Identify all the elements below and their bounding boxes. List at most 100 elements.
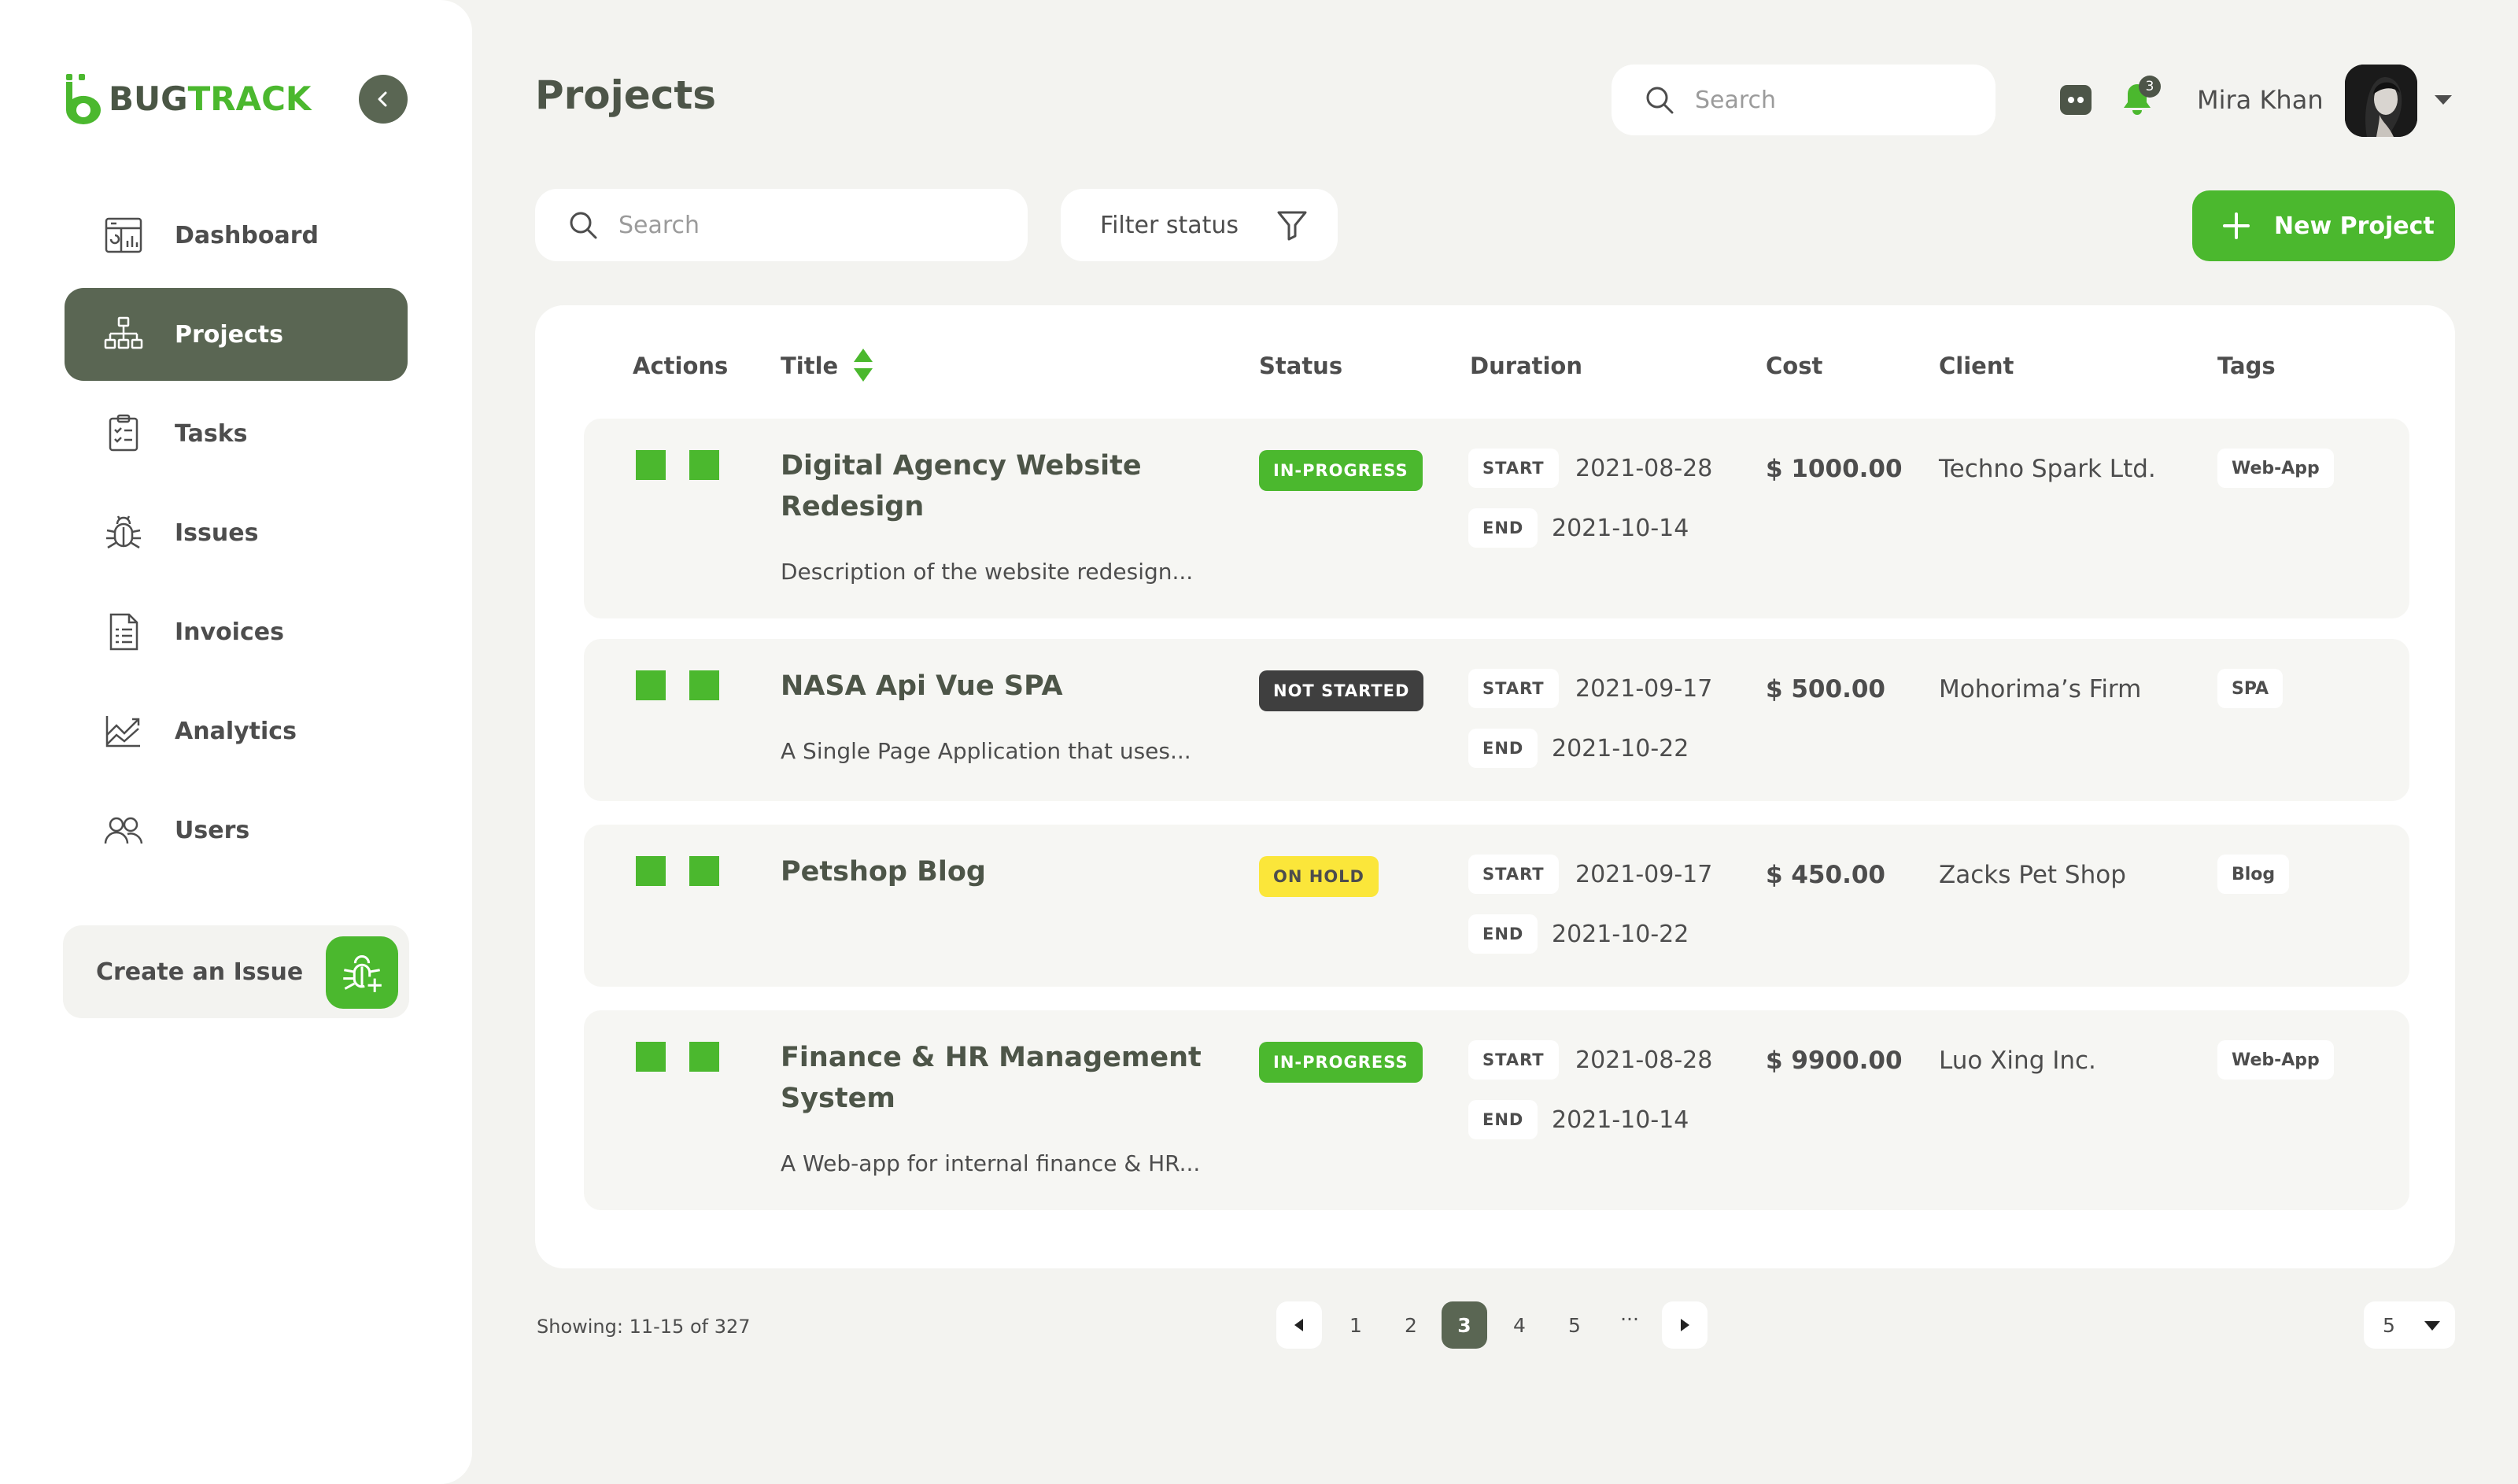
- page-3-button[interactable]: 3: [1442, 1301, 1487, 1349]
- project-title[interactable]: Digital Agency Website Redesign: [781, 445, 1205, 527]
- column-header-cost: Cost: [1766, 353, 1823, 379]
- column-header-title[interactable]: Title: [781, 353, 838, 379]
- analytics-icon: [105, 716, 140, 748]
- delete-action-button[interactable]: [689, 856, 719, 886]
- page-1-button[interactable]: 1: [1333, 1301, 1379, 1349]
- new-project-button[interactable]: New Project: [2192, 190, 2455, 261]
- project-tag[interactable]: Web-App: [2217, 449, 2334, 488]
- project-tag[interactable]: Web-App: [2217, 1040, 2334, 1080]
- delete-action-button[interactable]: [689, 450, 719, 480]
- per-page-select[interactable]: 5: [2364, 1301, 2455, 1349]
- edit-action-button[interactable]: [636, 1042, 666, 1072]
- project-title[interactable]: NASA Api Vue SPA: [781, 666, 1205, 707]
- chat-icon: [2060, 85, 2092, 115]
- start-label: START: [1468, 449, 1559, 488]
- status-badge: IN-PROGRESS: [1259, 450, 1423, 491]
- plus-icon: [2223, 212, 2250, 239]
- logo-text-bug: BUG: [109, 79, 188, 118]
- project-search[interactable]: [535, 189, 1028, 261]
- delete-action-button[interactable]: [689, 670, 719, 700]
- notification-badge: 3: [2139, 76, 2161, 98]
- page-ellipsis: ···: [1620, 1307, 1639, 1331]
- project-search-input[interactable]: [618, 211, 870, 239]
- project-description: Description of the website redesign...: [781, 559, 1194, 585]
- project-client: Zacks Pet Shop: [1939, 861, 2126, 889]
- start-date: 2021-08-28: [1575, 455, 1713, 482]
- end-label: END: [1468, 729, 1538, 768]
- start-date: 2021-08-28: [1575, 1047, 1713, 1074]
- create-issue-label: Create an Issue: [96, 958, 304, 986]
- table-row[interactable]: [584, 825, 2409, 987]
- avatar[interactable]: [2345, 65, 2417, 137]
- global-search-input[interactable]: [1695, 86, 1947, 114]
- edit-action-button[interactable]: [636, 856, 666, 886]
- project-tag[interactable]: SPA: [2217, 669, 2283, 708]
- sidebar-item-label: Tasks: [175, 419, 248, 448]
- project-title[interactable]: Petshop Blog: [781, 851, 1205, 892]
- sidebar-item-label: Invoices: [175, 618, 284, 646]
- search-icon: [1646, 87, 1674, 114]
- project-cost: $ 9900.00: [1766, 1047, 1903, 1075]
- page-4-button[interactable]: 4: [1497, 1301, 1542, 1349]
- create-issue-button[interactable]: [326, 936, 398, 1009]
- end-date: 2021-10-22: [1552, 735, 1689, 762]
- sidebar-item-analytics[interactable]: Analytics: [65, 685, 408, 777]
- showing-count: Showing: 11-15 of 327: [537, 1316, 751, 1338]
- status-badge: ON HOLD: [1259, 856, 1379, 897]
- sidebar-item-tasks[interactable]: Tasks: [65, 387, 408, 480]
- sidebar-item-label: Dashboard: [175, 221, 319, 249]
- project-client: Luo Xing Inc.: [1939, 1047, 2096, 1075]
- caret-down-icon: [2424, 1321, 2440, 1331]
- prev-page-button[interactable]: [1276, 1301, 1322, 1349]
- page-5-button[interactable]: 5: [1552, 1301, 1597, 1349]
- user-name[interactable]: Mira Khan: [2197, 85, 2324, 115]
- caret-left-icon: [1294, 1319, 1303, 1331]
- start-label: START: [1468, 669, 1559, 708]
- new-project-label: New Project: [2274, 212, 2435, 240]
- start-date: 2021-09-17: [1575, 861, 1713, 888]
- edit-action-button[interactable]: [636, 670, 666, 700]
- project-title[interactable]: Finance & HR Management System: [781, 1037, 1205, 1119]
- filter-status-dropdown[interactable]: Filter status: [1061, 189, 1338, 261]
- page-2-button[interactable]: 2: [1388, 1301, 1434, 1349]
- project-client: Techno Spark Ltd.: [1939, 455, 2156, 483]
- sidebar-item-issues[interactable]: Issues: [65, 486, 408, 579]
- next-page-button[interactable]: [1662, 1301, 1708, 1349]
- tasks-icon: [109, 414, 138, 452]
- project-cost: $ 500.00: [1766, 675, 1885, 703]
- end-label: END: [1468, 1100, 1538, 1139]
- delete-action-button[interactable]: [689, 1042, 719, 1072]
- sidebar-item-label: Users: [175, 816, 250, 844]
- global-search[interactable]: [1612, 65, 1996, 135]
- column-header-actions: Actions: [633, 353, 729, 379]
- create-issue-card[interactable]: Create an Issue: [63, 925, 409, 1018]
- start-date: 2021-09-17: [1575, 675, 1713, 703]
- project-description: A Single Page Application that uses...: [781, 738, 1191, 764]
- user-menu-toggle[interactable]: [2433, 93, 2453, 110]
- sidebar-item-dashboard[interactable]: Dashboard: [65, 189, 408, 282]
- caret-right-icon: [1681, 1319, 1689, 1331]
- project-client: Mohorima’s Firm: [1939, 675, 2142, 703]
- sidebar: BUG TRACK Dashboard Projects Tasks Issue…: [0, 0, 472, 1484]
- logo[interactable]: BUG TRACK: [61, 72, 311, 124]
- caret-down-icon: [2435, 95, 2452, 105]
- messages-button[interactable]: [2058, 83, 2093, 121]
- page-title: Projects: [535, 72, 717, 118]
- notifications-button[interactable]: 3: [2121, 76, 2161, 120]
- end-date: 2021-10-14: [1552, 1106, 1689, 1134]
- collapse-sidebar-button[interactable]: [359, 75, 408, 124]
- project-tag[interactable]: Blog: [2217, 855, 2290, 894]
- dashboard-icon: [105, 217, 142, 253]
- sidebar-item-invoices[interactable]: Invoices: [65, 585, 408, 678]
- add-bug-icon: [343, 954, 382, 992]
- filter-status-label: Filter status: [1100, 211, 1239, 239]
- bug-logo-icon: [66, 74, 102, 124]
- start-label: START: [1468, 1040, 1559, 1080]
- sidebar-item-projects[interactable]: Projects: [65, 288, 408, 381]
- edit-action-button[interactable]: [636, 450, 666, 480]
- invoice-icon: [109, 613, 138, 651]
- sidebar-item-label: Analytics: [175, 717, 297, 745]
- sidebar-item-users[interactable]: Users: [65, 784, 408, 877]
- table-row[interactable]: [584, 639, 2409, 801]
- sort-icon[interactable]: [851, 346, 875, 384]
